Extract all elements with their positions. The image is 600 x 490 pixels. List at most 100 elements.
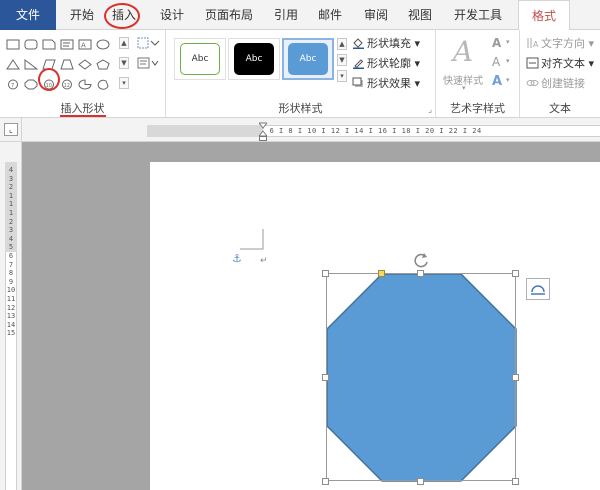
pentagon-shape-icon[interactable] <box>96 59 110 70</box>
right-triangle-shape-icon[interactable] <box>24 59 38 70</box>
tab-references[interactable]: 引用 <box>266 0 306 30</box>
resize-handle-right[interactable] <box>512 374 519 381</box>
wordart-a-icon[interactable]: A <box>448 36 478 68</box>
ruler-corner: ⌞ <box>0 118 22 142</box>
svg-text:7: 7 <box>11 83 14 89</box>
annotation-underline <box>60 115 106 117</box>
resize-handle-top-right[interactable] <box>512 270 519 277</box>
style-preset-blue-sample: Abc <box>288 43 328 75</box>
group-text: A 文字方向 ▾ 对齐文本 ▾ 创建链接 文本 <box>520 30 600 118</box>
align-text-label: 对齐文本 <box>541 57 585 70</box>
rounded-rectangle-shape-icon[interactable] <box>24 39 38 50</box>
group-label-text: 文本 <box>549 102 571 115</box>
shape-outline-label: 形状轮廓 <box>367 57 411 70</box>
resize-handle-bottom-left[interactable] <box>322 478 329 485</box>
tab-mailings[interactable]: 邮件 <box>310 0 350 30</box>
text-direction-button[interactable]: A 文字方向 ▾ <box>526 36 594 52</box>
shape-effects-button[interactable]: 形状效果 ▾ <box>352 76 420 92</box>
text-box-shape-icon[interactable] <box>60 39 74 50</box>
trapezoid-shape-icon[interactable] <box>60 59 74 70</box>
resize-handle-bottom[interactable] <box>417 478 424 485</box>
text-fill-chevron-icon: ▾ <box>506 38 510 46</box>
vertical-ruler-numbers: 4 3 2 1 1 1 2 3 4 5 6 7 8 9 10 11 12 13 … <box>6 166 16 338</box>
parallelogram-shape-icon[interactable] <box>42 59 56 70</box>
style-preset-blue[interactable]: Abc <box>282 38 334 80</box>
adjust-handle[interactable] <box>378 270 385 277</box>
styles-scroll-up[interactable]: ▲ <box>337 38 347 50</box>
layout-options-button[interactable] <box>526 278 550 300</box>
style-preset-white-sample: Abc <box>180 43 220 75</box>
group-shape-styles: Abc Abc Abc ▲ ▼ ▾ 形状填充 ▾ 形状轮廓 ▾ 形状效果 ▾ 形… <box>166 30 436 118</box>
style-preset-white[interactable]: Abc <box>174 38 226 80</box>
gallery-scroll-up[interactable]: ▲ <box>119 37 129 49</box>
shape-effects-icon <box>352 77 363 87</box>
shape-effects-label: 形状效果 <box>367 77 411 90</box>
text-effects-chevron-icon: ▾ <box>506 76 510 84</box>
oval-shape-icon[interactable] <box>96 39 110 50</box>
gallery-scroll-down[interactable]: ▼ <box>119 57 129 69</box>
rectangle-shape-icon[interactable] <box>6 39 20 50</box>
svg-text:10: 10 <box>46 83 52 89</box>
paint-bucket-icon <box>353 38 364 49</box>
style-preset-black-sample: Abc <box>234 43 274 75</box>
align-text-button[interactable]: 对齐文本 ▾ <box>526 56 594 72</box>
tab-selector-button[interactable]: ⌞ <box>4 123 18 136</box>
gallery-expand[interactable]: ▾ <box>119 77 129 89</box>
style-preset-black[interactable]: Abc <box>228 38 280 80</box>
ribbon: A 7 10 12 ▲ ▼ ▾ 插入形状 Abc Abc Abc ▲ ▼ ▾ 形状填充… <box>0 30 600 118</box>
snip-rectangle-shape-icon[interactable] <box>42 39 56 50</box>
align-text-icon <box>526 57 539 69</box>
shape-outline-button[interactable]: 形状轮廓 ▾ <box>352 56 420 72</box>
tab-design[interactable]: 设计 <box>152 0 192 30</box>
dialog-launcher-icon[interactable]: ⌟ <box>428 105 432 114</box>
svg-text:A: A <box>81 42 86 50</box>
text-fill-icon[interactable]: A <box>492 36 501 50</box>
indent-marker-icon[interactable] <box>259 120 267 142</box>
resize-handle-left[interactable] <box>322 374 329 381</box>
decagon-shape-icon[interactable]: 10 <box>42 79 56 90</box>
tab-page-layout[interactable]: 页面布局 <box>198 0 260 30</box>
text-outline-icon[interactable]: A <box>492 55 500 69</box>
vertical-ruler[interactable]: 4 3 2 1 1 1 2 3 4 5 6 7 8 9 10 11 12 13 … <box>0 142 22 490</box>
group-label-wordart-styles: 艺术字样式 <box>450 102 505 115</box>
group-label-insert-shapes: 插入形状 <box>60 102 105 115</box>
tab-developer[interactable]: 开发工具 <box>446 0 510 30</box>
styles-scroll-down[interactable]: ▼ <box>337 54 347 66</box>
text-boundary-corner <box>240 229 264 250</box>
tab-insert[interactable]: 插入 <box>106 0 142 30</box>
paragraph-mark-icon: ↵ <box>260 256 268 266</box>
octagon-shape-icon[interactable] <box>24 79 38 90</box>
layout-options-icon <box>531 285 545 295</box>
resize-handle-top[interactable] <box>417 270 424 277</box>
pie-shape-icon[interactable] <box>78 79 92 90</box>
resize-handle-bottom-right[interactable] <box>512 478 519 485</box>
tab-file[interactable]: 文件 <box>0 0 56 30</box>
heptagon-shape-icon[interactable]: 7 <box>6 79 20 90</box>
vertical-text-box-shape-icon[interactable]: A <box>78 39 92 50</box>
text-direction-icon: A <box>527 38 539 49</box>
create-link-button[interactable]: 创建链接 <box>526 76 585 92</box>
edit-shape-icon[interactable] <box>136 36 160 50</box>
shape-fill-button[interactable]: 形状填充 ▾ <box>352 36 420 52</box>
ribbon-tab-bar: 文件 开始 插入 设计 页面布局 引用 邮件 审阅 视图 开发工具 格式 <box>0 0 600 31</box>
tab-view[interactable]: 视图 <box>400 0 440 30</box>
horizontal-ruler[interactable]: 8 I 6 I 4 I 2 I I 2 I 4 I 6 I 8 I 10 I 1… <box>22 118 600 142</box>
triangle-shape-icon[interactable] <box>6 59 20 70</box>
link-icon <box>526 80 539 86</box>
anchor-icon[interactable]: ⚓ <box>232 252 242 265</box>
svg-text:A: A <box>533 40 539 49</box>
tab-format[interactable]: 格式 <box>518 0 570 31</box>
tab-home[interactable]: 开始 <box>60 0 104 30</box>
tab-review[interactable]: 审阅 <box>356 0 396 30</box>
text-effects-icon[interactable]: A <box>492 74 502 89</box>
text-outline-chevron-icon: ▾ <box>506 57 510 65</box>
svg-text:12: 12 <box>64 83 70 89</box>
text-box-icon[interactable] <box>136 56 160 70</box>
dodecagon-shape-icon[interactable]: 12 <box>60 79 74 90</box>
resize-handle-top-left[interactable] <box>322 270 329 277</box>
styles-expand[interactable]: ▾ <box>337 70 347 82</box>
diamond-shape-icon[interactable] <box>78 59 92 70</box>
group-label-shape-styles: 形状样式 <box>278 102 323 115</box>
chord-shape-icon[interactable] <box>96 79 110 90</box>
rotate-handle-icon[interactable] <box>411 250 431 270</box>
